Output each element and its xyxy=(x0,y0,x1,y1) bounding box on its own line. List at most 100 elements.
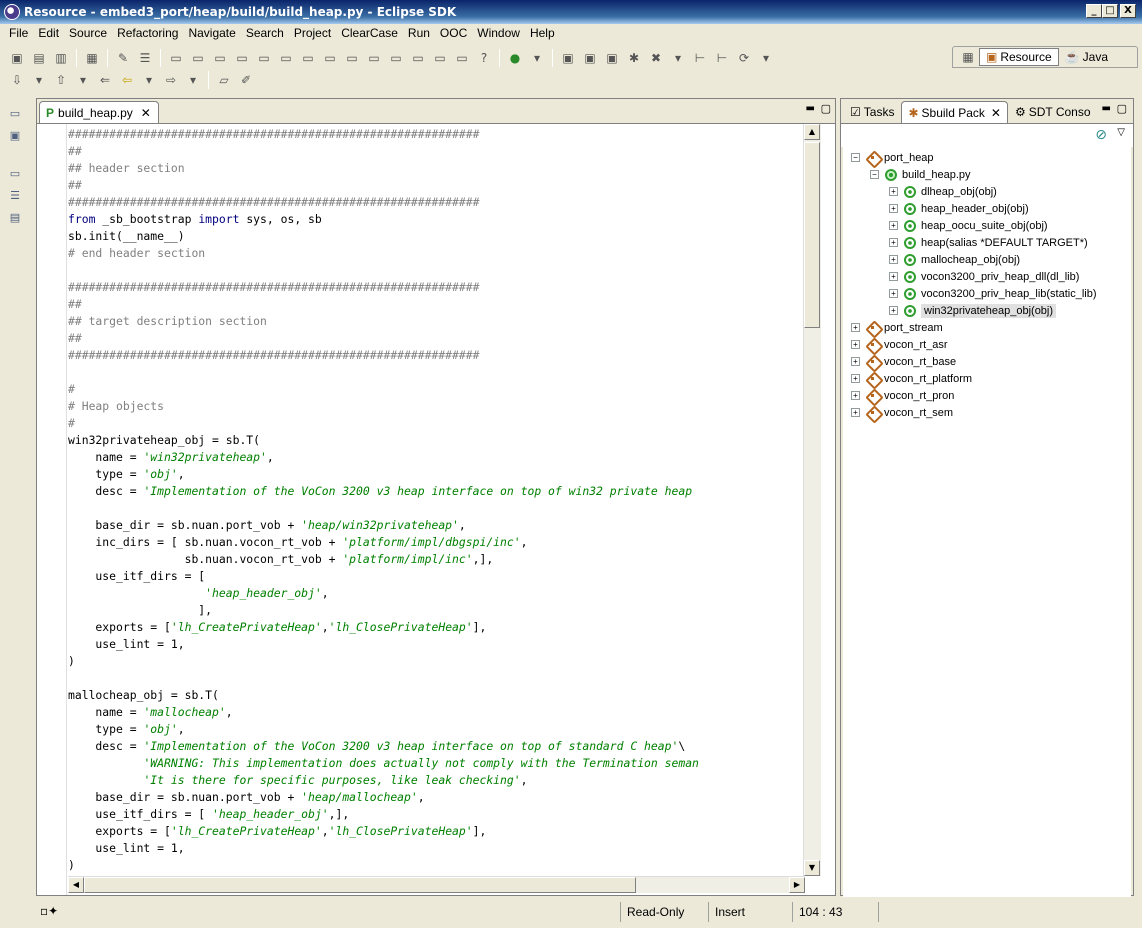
sync-dropdown-icon[interactable]: ▾ xyxy=(757,49,775,67)
maximize-button[interactable]: □ xyxy=(1102,4,1118,18)
tools-dropdown-icon[interactable]: ▾ xyxy=(669,49,687,67)
next-annotation-dropdown-icon[interactable]: ▾ xyxy=(30,71,48,89)
open-folder-icon[interactable]: ▱ xyxy=(215,71,233,89)
open-type-icon[interactable]: ✎ xyxy=(114,49,132,67)
outline-icon[interactable]: ☰ xyxy=(6,186,24,204)
menu-search[interactable]: Search xyxy=(241,26,289,40)
tree-icon[interactable]: ⊢ xyxy=(713,49,731,67)
code-line[interactable]: desc = 'Implementation of the VoCon 3200… xyxy=(68,483,805,500)
action12-icon[interactable]: ▭ xyxy=(409,49,427,67)
sync-icon[interactable]: ⟳ xyxy=(735,49,753,67)
code-editor[interactable]: ########################################… xyxy=(37,123,835,895)
last-edit-icon[interactable]: ⇐ xyxy=(96,71,114,89)
action14-icon[interactable]: ▭ xyxy=(453,49,471,67)
code-line[interactable] xyxy=(68,364,805,381)
minimize-editor-button[interactable]: ▬ xyxy=(806,103,815,114)
maximize-view-button[interactable]: ▢ xyxy=(1117,102,1127,115)
code-line[interactable]: type = 'obj', xyxy=(68,466,805,483)
code-line[interactable]: sb.init(__name__) xyxy=(68,228,805,245)
scroll-right-button[interactable]: ▶ xyxy=(789,877,805,893)
code-line[interactable]: ## xyxy=(68,296,805,313)
action5-icon[interactable]: ▭ xyxy=(255,49,273,67)
code-line[interactable]: # Heap objects xyxy=(68,398,805,415)
open-resource-icon[interactable]: ☰ xyxy=(136,49,154,67)
tree-node[interactable]: + mallocheap_obj(obj) xyxy=(889,251,1020,268)
tools-icon[interactable]: ✖ xyxy=(647,49,665,67)
menu-run[interactable]: Run xyxy=(403,26,435,40)
run-icon[interactable]: ● xyxy=(506,49,524,67)
tree-node[interactable]: − port_heap xyxy=(851,149,934,166)
editor-tab[interactable]: P build_heap.py ✕ xyxy=(39,101,159,123)
code-line[interactable] xyxy=(68,670,805,687)
code-line[interactable]: from _sb_bootstrap import sys, os, sb xyxy=(68,211,805,228)
expand-icon[interactable]: + xyxy=(851,357,860,366)
restore2-icon[interactable]: ▭ xyxy=(6,164,24,182)
code-line[interactable]: name = 'win32privateheap', xyxy=(68,449,805,466)
tree-node[interactable]: + vocon_rt_sem xyxy=(851,404,953,421)
checkin-icon[interactable]: ▣ xyxy=(603,49,621,67)
horizontal-scroll-thumb[interactable] xyxy=(84,877,636,893)
expand-icon[interactable]: + xyxy=(889,238,898,247)
tab-sbuild-pack[interactable]: ✱ Sbuild Pack ✕ xyxy=(901,101,1008,123)
action1-icon[interactable]: ▭ xyxy=(167,49,185,67)
action8-icon[interactable]: ▭ xyxy=(321,49,339,67)
code-line[interactable]: use_itf_dirs = [ xyxy=(68,568,805,585)
scroll-down-button[interactable]: ▼ xyxy=(804,860,820,876)
forward-dropdown-icon[interactable]: ▾ xyxy=(184,71,202,89)
help-icon[interactable]: ? xyxy=(475,49,493,67)
code-line[interactable]: ) xyxy=(68,857,805,874)
code-line[interactable]: ########################################… xyxy=(68,126,805,143)
folder-open-icon[interactable]: ▣ xyxy=(559,49,577,67)
window-titlebar[interactable]: Resource - embed3_port/heap/build/build_… xyxy=(0,0,1142,24)
code-line[interactable]: 'WARNING: This implementation does actua… xyxy=(68,755,805,772)
expand-icon[interactable]: + xyxy=(851,391,860,400)
vertical-scroll-thumb[interactable] xyxy=(804,142,820,328)
code-line[interactable]: ## xyxy=(68,177,805,194)
code-line[interactable]: # xyxy=(68,381,805,398)
tab-tasks[interactable]: ☑ Tasks xyxy=(843,101,901,123)
expand-icon[interactable]: + xyxy=(889,289,898,298)
prev-annotation-dropdown-icon[interactable]: ▾ xyxy=(74,71,92,89)
tree-node[interactable]: + heap_oocu_suite_obj(obj) xyxy=(889,217,1048,234)
tree-node[interactable]: + win32privateheap_obj(obj) xyxy=(889,302,1057,319)
code-line[interactable]: mallocheap_obj = sb.T( xyxy=(68,687,805,704)
code-line[interactable]: ## target description section xyxy=(68,313,805,330)
code-line[interactable]: use_itf_dirs = [ 'heap_header_obj',], xyxy=(68,806,805,823)
action10-icon[interactable]: ▭ xyxy=(365,49,383,67)
code-text[interactable]: ########################################… xyxy=(68,126,805,878)
code-line[interactable]: exports = ['lh_CreatePrivateHeap','lh_Cl… xyxy=(68,619,805,636)
next-annotation-icon[interactable]: ⇩ xyxy=(8,71,26,89)
expand-icon[interactable]: + xyxy=(889,204,898,213)
back-dropdown-icon[interactable]: ▾ xyxy=(140,71,158,89)
tree-node[interactable]: + vocon_rt_base xyxy=(851,353,956,370)
tree-node[interactable]: + vocon3200_priv_heap_lib(static_lib) xyxy=(889,285,1097,302)
horizontal-scrollbar[interactable]: ◀ ▶ xyxy=(68,876,805,893)
expand-icon[interactable]: + xyxy=(851,408,860,417)
menu-file[interactable]: File xyxy=(4,26,33,40)
open-perspective-icon[interactable]: ▦ xyxy=(959,48,977,66)
fast-view-icon[interactable]: ▫✦ xyxy=(40,904,58,918)
run-dropdown-icon[interactable]: ▾ xyxy=(528,49,546,67)
filter-icon[interactable]: ⊘ xyxy=(1095,127,1107,143)
editor-tab-close-button[interactable]: ✕ xyxy=(141,106,151,120)
expand-icon[interactable]: + xyxy=(889,221,898,230)
expand-icon[interactable]: + xyxy=(851,340,860,349)
tree-node[interactable]: + dlheap_obj(obj) xyxy=(889,183,997,200)
scroll-up-button[interactable]: ▲ xyxy=(804,124,820,140)
navigator-icon[interactable]: ▣ xyxy=(6,126,24,144)
tab-sdt-console[interactable]: ⚙ SDT Conso xyxy=(1008,101,1098,123)
pin-icon[interactable]: ✐ xyxy=(237,71,255,89)
code-line[interactable]: inc_dirs = [ sb.nuan.vocon_rt_vob + 'pla… xyxy=(68,534,805,551)
maximize-editor-button[interactable]: ▢ xyxy=(821,102,831,115)
task-list-icon[interactable]: ▤ xyxy=(6,208,24,226)
code-line[interactable]: base_dir = sb.nuan.port_vob + 'heap/win3… xyxy=(68,517,805,534)
action11-icon[interactable]: ▭ xyxy=(387,49,405,67)
code-line[interactable]: # end header section xyxy=(68,245,805,262)
tree-node[interactable]: + vocon3200_priv_heap_dll(dl_lib) xyxy=(889,268,1079,285)
expand-icon[interactable]: + xyxy=(889,187,898,196)
restore-icon[interactable]: ▭ xyxy=(6,104,24,122)
save-icon[interactable]: ▤ xyxy=(30,49,48,67)
action13-icon[interactable]: ▭ xyxy=(431,49,449,67)
terminal-icon[interactable]: ▦ xyxy=(83,49,101,67)
code-line[interactable]: # xyxy=(68,415,805,432)
